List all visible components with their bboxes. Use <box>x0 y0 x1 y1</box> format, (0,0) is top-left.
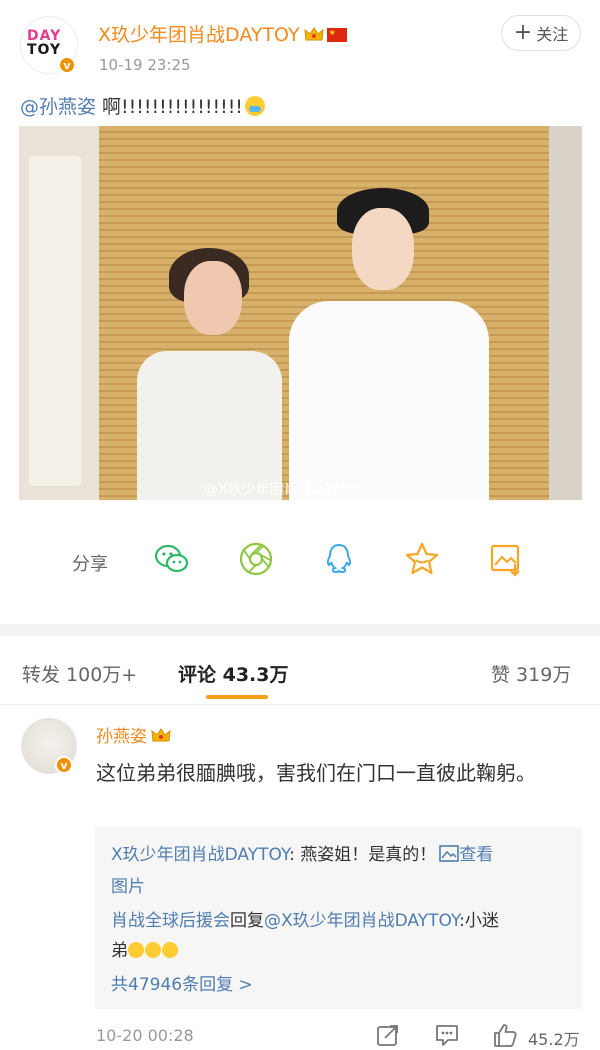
post-photo[interactable]: @X玖少年团肖战DAYTOY <box>19 126 582 500</box>
reply-preview-box[interactable]: X玖少年团肖战DAYTOY: 燕姿姐！是真的！ 查看 图片 肖战全球后援会回复@X… <box>95 827 582 1009</box>
mention-link[interactable]: @孙燕姿 <box>20 96 96 118</box>
post-header: DAY TOY v X玖少年团肖战DAYTOY 10-19 23:25 + 关注 <box>0 0 600 90</box>
share-label: 分享 <box>72 554 108 575</box>
like-thumb-icon[interactable] <box>492 1022 518 1048</box>
reply-line-2-cont: 弟 <box>111 935 179 967</box>
active-tab-indicator <box>206 695 268 699</box>
comment-text: 这位弟弟很腼腆哦，害我们在门口一直彼此鞠躬。 <box>96 761 536 785</box>
photo-person-right <box>289 301 489 500</box>
author-name[interactable]: X玖少年团肖战DAYTOY <box>98 20 347 47</box>
crown-icon <box>151 728 171 742</box>
daytoy-logo: DAY TOY <box>27 28 62 58</box>
plus-icon: + <box>513 20 533 45</box>
qq-icon[interactable] <box>320 540 358 578</box>
commenter-name[interactable]: 孙燕姿 <box>96 722 171 747</box>
repost-icon[interactable] <box>375 1022 401 1048</box>
post-body: 啊!!!!!!!!!!!!!!!! <box>96 96 243 118</box>
like-count: 45.2万 <box>528 1030 580 1049</box>
crying-emoji-icon <box>244 96 265 116</box>
china-flag-icon <box>326 28 347 42</box>
photo-face-right <box>352 208 414 290</box>
smile-emoji-icon <box>145 942 161 958</box>
tab-likes[interactable]: 赞 319万 <box>491 660 571 687</box>
photo-person-left <box>137 351 282 500</box>
photo-face-left <box>184 261 242 335</box>
reply-mention[interactable]: @X玖少年团肖战DAYTOY <box>264 911 459 931</box>
section-divider <box>0 624 600 636</box>
verified-badge-icon: v <box>55 756 73 774</box>
crown-icon <box>303 27 324 41</box>
photo-pillar <box>19 126 99 500</box>
interaction-tabs: 转发 100万+ 评论 43.3万 赞 319万 <box>0 636 600 705</box>
wechat-icon[interactable] <box>153 540 191 578</box>
follow-button[interactable]: + 关注 <box>501 15 581 51</box>
reply-line-1-cont: 图片 <box>111 877 145 897</box>
comment-timestamp: 10-20 00:28 <box>96 1026 194 1045</box>
smile-emoji-icon <box>128 942 144 958</box>
reply-line-1: X玖少年团肖战DAYTOY: 燕姿姐！是真的！ 查看 <box>111 845 494 865</box>
photo-background <box>549 126 582 500</box>
tab-repost[interactable]: 转发 100万+ <box>22 660 137 687</box>
favorite-star-icon[interactable] <box>403 540 441 578</box>
view-image-link[interactable]: 查看 <box>459 845 493 865</box>
tab-comments[interactable]: 评论 43.3万 <box>178 660 289 687</box>
moments-icon[interactable] <box>237 540 275 578</box>
share-bar: 分享 <box>0 535 600 585</box>
reply-line-2: 肖战全球后援会回复@X玖少年团肖战DAYTOY:小迷 <box>111 911 499 931</box>
reply-author[interactable]: X玖少年团肖战DAYTOY <box>111 845 289 865</box>
post-timestamp: 10-19 23:25 <box>99 56 191 74</box>
save-image-icon[interactable] <box>487 540 525 578</box>
verified-badge-icon: v <box>58 56 76 74</box>
image-icon <box>439 845 460 862</box>
comment-icon[interactable] <box>434 1022 460 1048</box>
smile-emoji-icon <box>162 942 178 958</box>
reply-author[interactable]: 肖战全球后援会 <box>111 911 230 931</box>
comment-footer: 10-20 00:28 45.2万 <box>0 1020 600 1050</box>
post-text: @孙燕姿 啊!!!!!!!!!!!!!!!! <box>20 92 265 119</box>
more-replies-link[interactable]: 共47946条回复 > <box>111 969 253 1001</box>
photo-watermark: @X玖少年团肖战DAYTOY <box>204 482 367 498</box>
